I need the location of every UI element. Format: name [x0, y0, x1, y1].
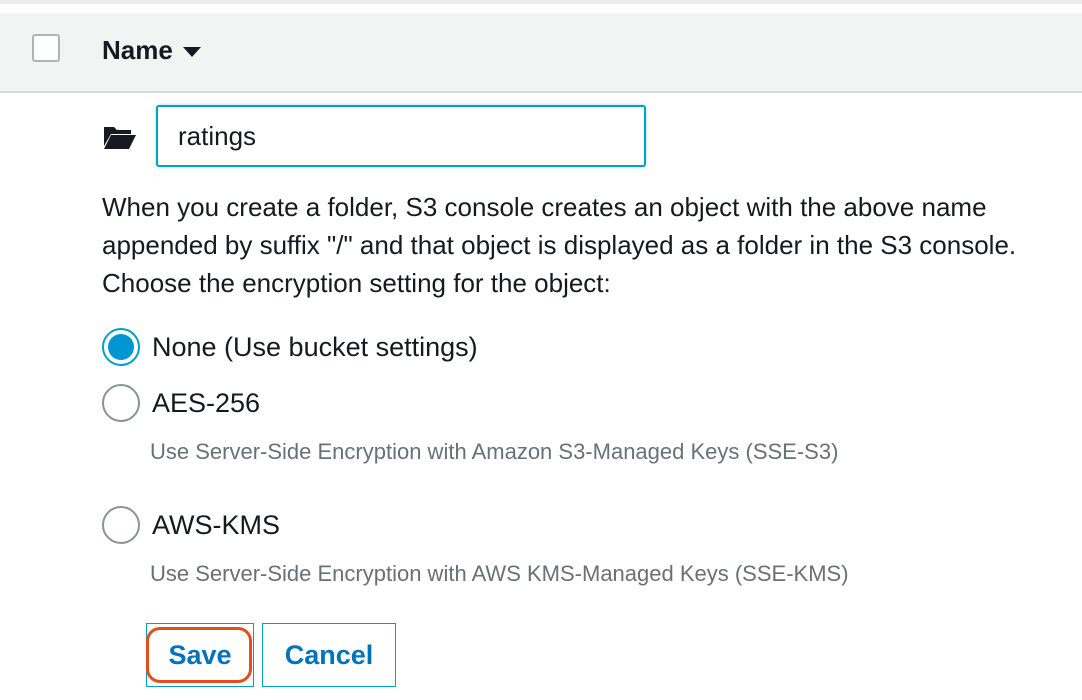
save-button[interactable]: Save	[146, 623, 254, 687]
radio-awskms[interactable]	[102, 506, 140, 544]
save-button-label: Save	[168, 639, 232, 670]
cancel-button-label: Cancel	[284, 639, 374, 670]
select-all-checkbox[interactable]	[32, 34, 60, 62]
encryption-option-label: AES-256	[152, 387, 261, 418]
top-divider	[0, 0, 1082, 4]
encryption-option-none[interactable]: None (Use bucket settings)	[102, 328, 478, 366]
encryption-option-hint: Use Server-Side Encryption with Amazon S…	[150, 439, 839, 464]
encryption-option-awskms[interactable]: AWS-KMS	[102, 506, 280, 544]
create-folder-description: When you create a folder, S3 console cre…	[102, 192, 1017, 298]
folder-open-icon	[104, 127, 136, 149]
encryption-option-hint: Use Server-Side Encryption with AWS KMS-…	[150, 561, 849, 586]
radio-none[interactable]	[102, 328, 140, 366]
caret-down-icon	[182, 47, 201, 57]
encryption-option-label: None (Use bucket settings)	[152, 331, 478, 362]
encryption-option-label: AWS-KMS	[152, 509, 280, 540]
radio-aes256[interactable]	[102, 384, 140, 422]
encryption-option-aes256[interactable]: AES-256	[102, 384, 260, 422]
folder-name-input[interactable]	[156, 105, 646, 167]
table-header-row: Name	[0, 13, 1082, 93]
name-column-label: Name	[102, 35, 173, 65]
cancel-button[interactable]: Cancel	[262, 623, 396, 687]
name-column-header[interactable]: Name	[102, 35, 201, 66]
